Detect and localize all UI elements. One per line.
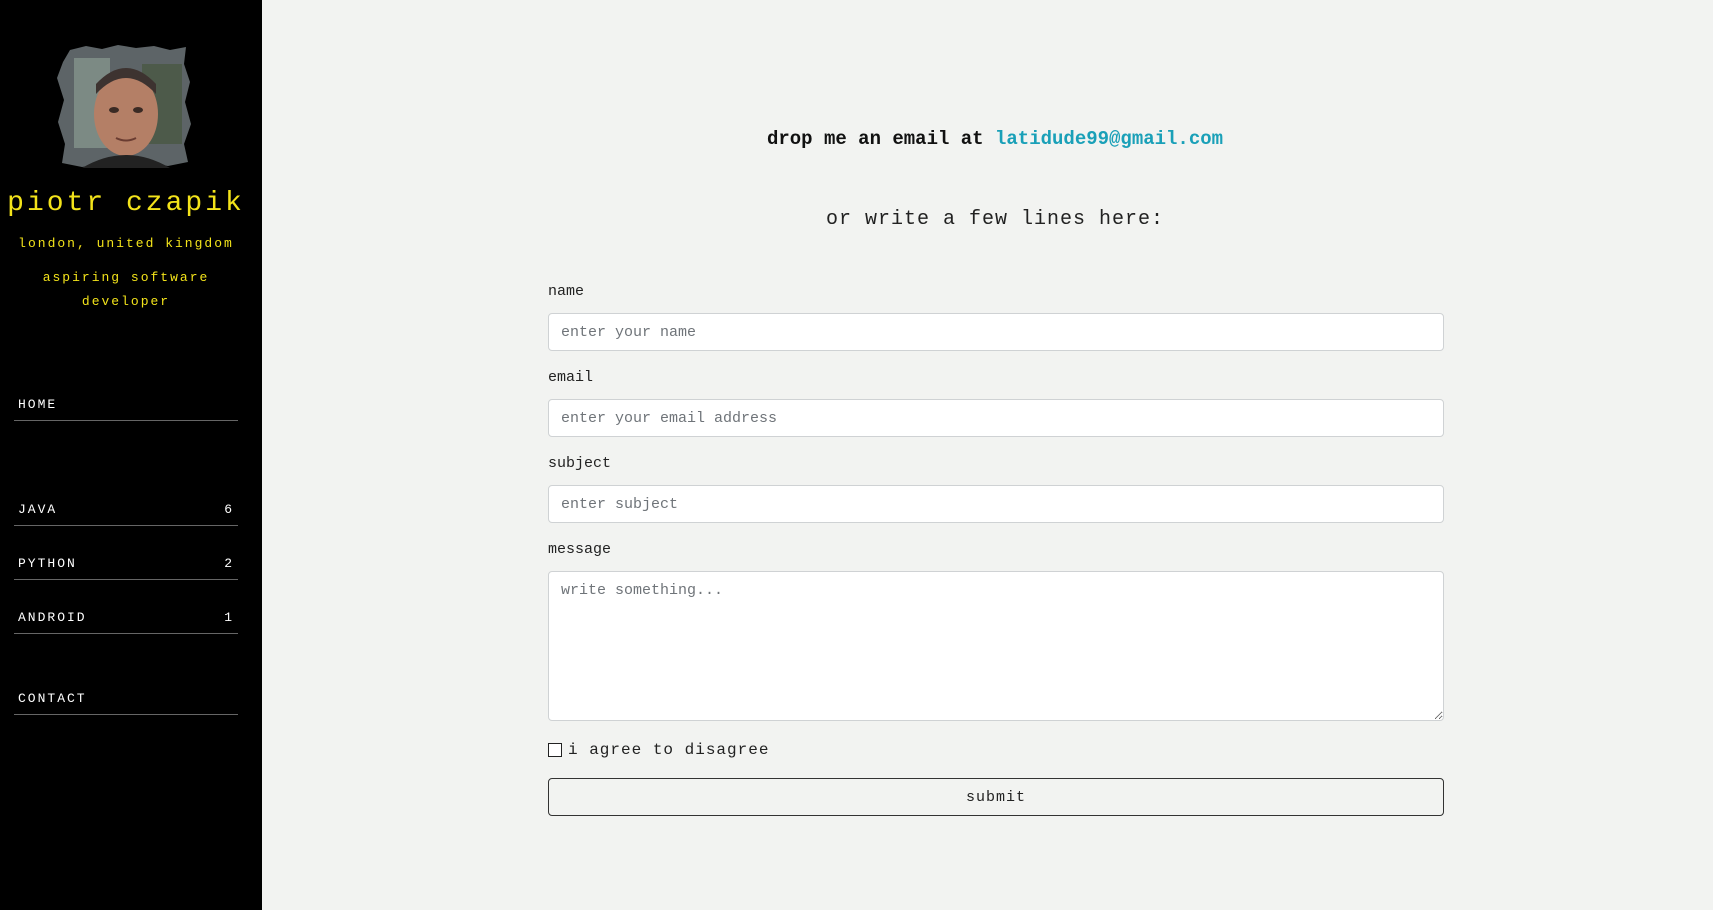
email-line: drop me an email at latidude99@gmail.com [262, 128, 1713, 150]
subject-input[interactable] [548, 485, 1444, 523]
nav-item-android[interactable]: ANDROID 1 [14, 607, 238, 634]
email-label: email [548, 369, 594, 386]
nav-item-label: HOME [18, 397, 58, 412]
agree-checkbox-label[interactable]: i agree to disagree [568, 741, 769, 759]
sidebar: piotr czapik london, united kingdom aspi… [0, 0, 262, 910]
nav-item-java[interactable]: JAVA 6 [14, 499, 238, 526]
nav-item-label: CONTACT [18, 691, 87, 706]
avatar [57, 45, 191, 168]
nav-item-count: 1 [224, 610, 234, 625]
agree-checkbox[interactable] [548, 743, 562, 757]
nav-item-python[interactable]: PYTHON 2 [14, 553, 238, 580]
submit-button[interactable]: submit [548, 778, 1444, 816]
nav-item-label: PYTHON [18, 556, 77, 571]
email-link[interactable]: latidude99@gmail.com [995, 128, 1223, 150]
profile-location: london, united kingdom [18, 236, 234, 251]
message-textarea[interactable] [548, 571, 1444, 721]
profile-name: piotr czapik [7, 188, 245, 219]
name-label: name [548, 283, 585, 300]
email-input[interactable] [548, 399, 1444, 437]
nav-item-count: 6 [224, 502, 234, 517]
profile-role: aspiring software developer [42, 270, 210, 309]
nav-item-contact[interactable]: CONTACT [14, 688, 238, 715]
agree-row: i agree to disagree [548, 740, 769, 760]
nav-item-label: JAVA [18, 502, 58, 517]
message-label: message [548, 541, 612, 558]
nav-item-count: 2 [224, 556, 234, 571]
form-subheading: or write a few lines here: [825, 208, 1165, 231]
nav-item-label: ANDROID [18, 610, 87, 625]
nav-item-home[interactable]: HOME [14, 394, 238, 421]
main-content: drop me an email at latidude99@gmail.com… [262, 0, 1713, 910]
name-input[interactable] [548, 313, 1444, 351]
subject-label: subject [548, 455, 612, 472]
email-prefix: drop me an email at [766, 128, 995, 150]
